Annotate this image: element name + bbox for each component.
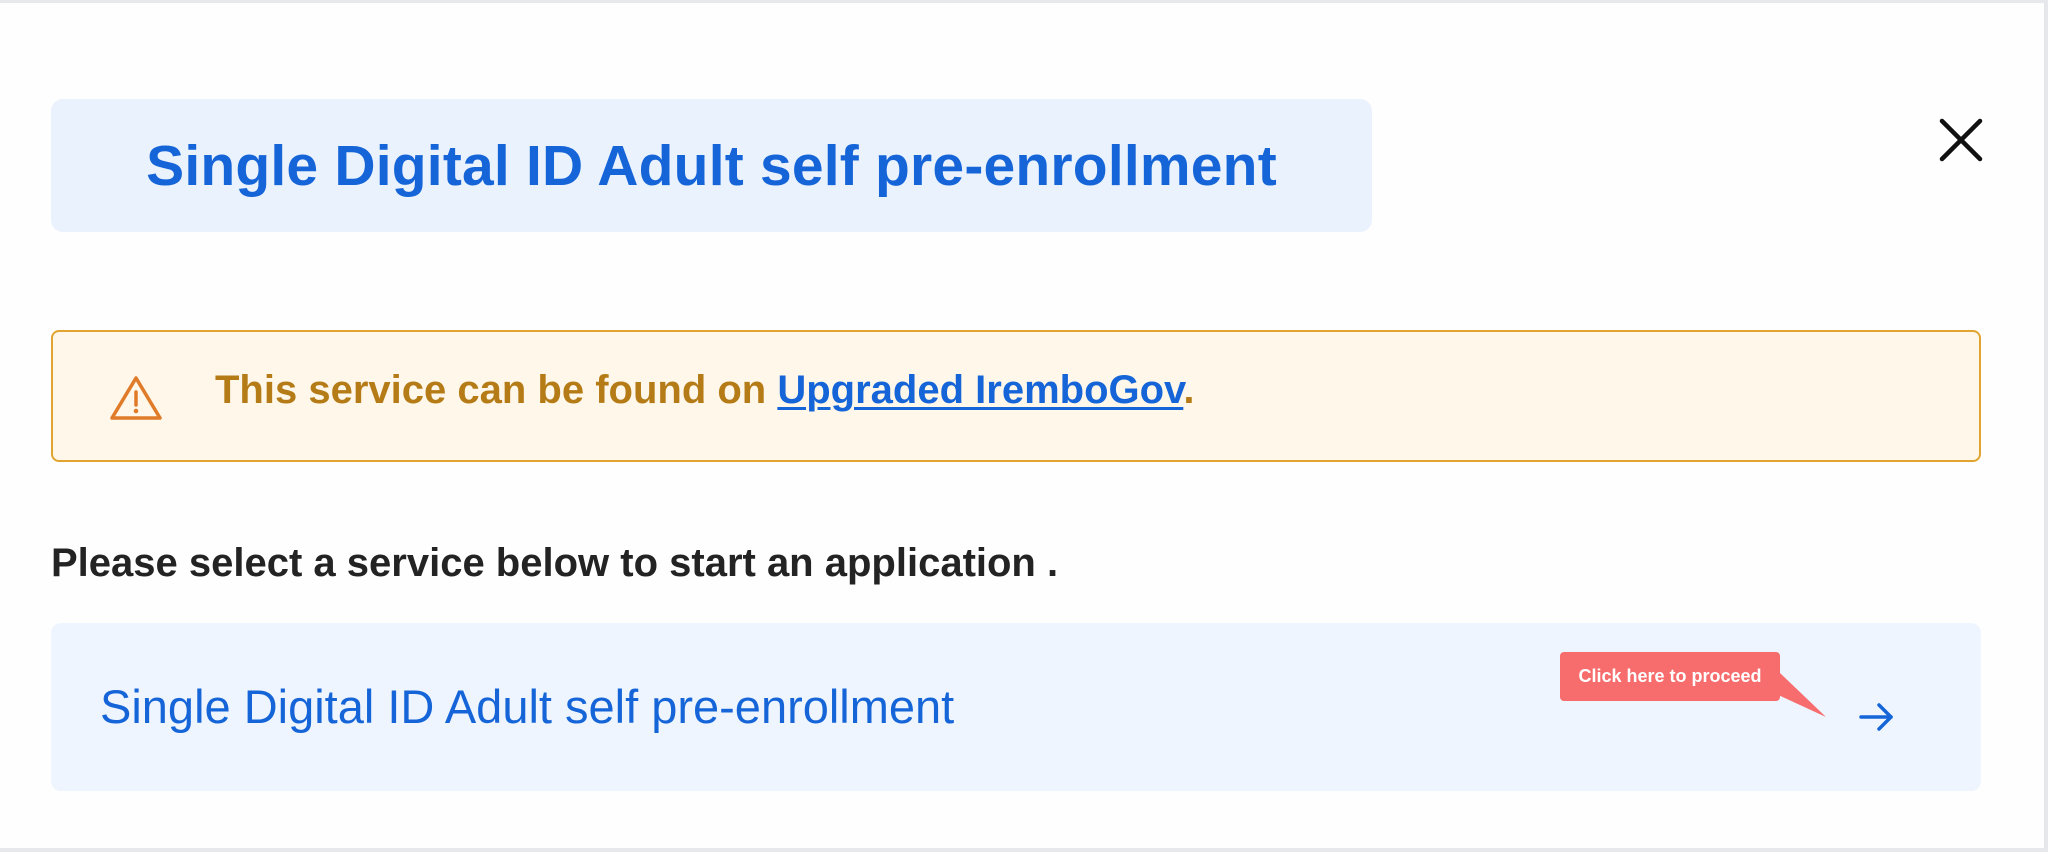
service-modal: Single Digital ID Adult self pre-enrollm… xyxy=(0,3,2046,848)
alert-text-suffix: . xyxy=(1183,368,1195,412)
upgraded-irembogov-link[interactable]: Upgraded IremboGov xyxy=(777,368,1183,412)
modal-title: Single Digital ID Adult self pre-enrollm… xyxy=(146,133,1277,198)
proceed-tooltip: Click here to proceed xyxy=(1560,652,1780,701)
warning-icon xyxy=(110,376,162,420)
close-button[interactable] xyxy=(1936,115,1986,165)
arrow-right-icon[interactable] xyxy=(1857,699,1897,735)
upgrade-alert: This service can be found on Upgraded Ir… xyxy=(51,330,1981,462)
close-icon[interactable] xyxy=(1936,115,1986,165)
modal-title-box: Single Digital ID Adult self pre-enrollm… xyxy=(51,99,1372,232)
alert-message: This service can be found on Upgraded Ir… xyxy=(215,368,1194,413)
tooltip-pointer xyxy=(1774,673,1826,717)
alert-text-prefix: This service can be found on xyxy=(215,368,778,412)
service-option[interactable]: Single Digital ID Adult self pre-enrollm… xyxy=(51,623,1981,791)
service-option-label[interactable]: Single Digital ID Adult self pre-enrollm… xyxy=(100,679,954,734)
instruction-text: Please select a service below to start a… xyxy=(51,541,1059,585)
